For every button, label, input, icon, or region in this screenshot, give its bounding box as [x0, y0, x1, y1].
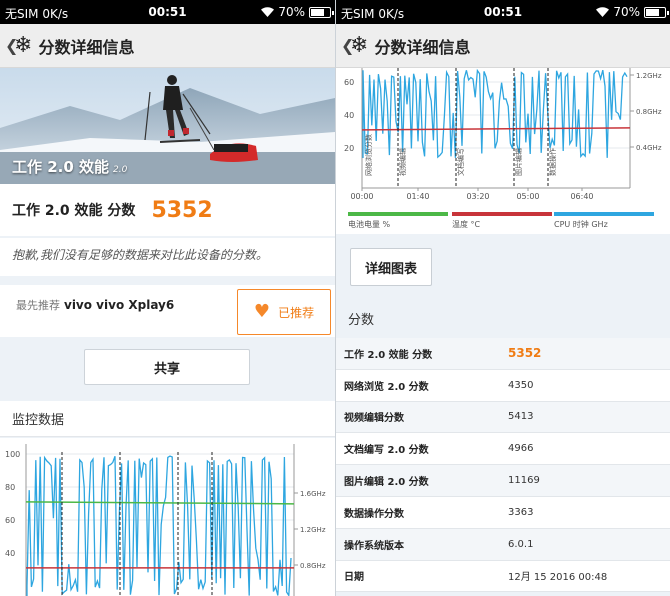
table-row: 日期 12月 15 2016 00:48 — [336, 560, 670, 593]
segment-label: 网络浏览分数 — [364, 134, 373, 176]
x-tick-label: 03:20 — [466, 192, 489, 201]
snowflake-icon: ❄ — [14, 32, 33, 58]
y-tick-label: 60 — [344, 78, 354, 87]
score-value: 5352 — [151, 197, 213, 223]
segment-label: 数据操作 — [548, 148, 557, 176]
scores-table: 工作 2.0 效能 分数 5352 网络浏览 2.0 分数 4350 视频编辑分数 5… — [336, 338, 670, 593]
back-arrow-icon[interactable]: ❮ — [336, 36, 354, 55]
scores-section-title: 分数 — [348, 312, 375, 328]
detail-chart-button[interactable]: 详细图表 — [350, 248, 432, 286]
monitor-chart-right: 20 40 60 1.2GHz 0.8GHz 0.4GHz 00:00 01:40 03:20 0… — [336, 68, 670, 212]
score-label: 工作 2.0 效能 分数 — [12, 203, 136, 219]
y2-tick-label: 1.2GHz — [300, 526, 326, 534]
table-row: 视频编辑分数 5413 — [336, 401, 670, 434]
y2-tick-label: 0.4GHz — [636, 144, 662, 152]
y-tick-label: 40 — [5, 549, 15, 558]
wifi-icon — [596, 7, 610, 17]
table-row: 图片编辑 2.0 分数 11169 — [336, 465, 670, 497]
status-bar: 无SIM 0K/s 00:51 70% — [0, 0, 335, 24]
recommended-label: 已推荐 — [278, 305, 315, 320]
monitor-chart-svg: 40 60 80 100 1.6GHz 1.2GHz 0.8GHz — [5, 444, 326, 596]
status-bar: 无SIM 0K/s 00:51 70% — [336, 0, 670, 24]
y-tick-label: 60 — [5, 516, 15, 525]
x-tick-label: 01:40 — [406, 192, 429, 201]
monitor-section-title: 监控数据 — [0, 401, 335, 437]
segment-label: 图片编辑 — [514, 148, 523, 176]
page-title: 分数详细信息 — [38, 37, 135, 57]
score-card: 工作 2.0 效能 分数 5352 — [0, 184, 335, 236]
y2-tick-label: 1.2GHz — [636, 72, 662, 80]
no-comparison-notice: 抱歉,我们没有足够的数据来对比此设备的分数。 — [0, 238, 335, 276]
x-tick-label: 05:00 — [516, 192, 539, 201]
recommend-prefix: 最先推荐 — [16, 299, 60, 312]
legend-temperature: 温度 °C — [452, 212, 552, 230]
page-title: 分数详细信息 — [374, 37, 471, 57]
table-row: 文档编写 2.0 分数 4966 — [336, 433, 670, 466]
x-tick-label: 06:40 — [570, 192, 593, 201]
y2-tick-label: 0.8GHz — [636, 108, 662, 116]
cpu-clock-series — [362, 68, 628, 159]
y-tick-label: 40 — [344, 111, 354, 120]
segment-label: 文档编写 — [456, 148, 465, 176]
battery-icon — [309, 6, 334, 18]
battery-percent: 70% — [278, 5, 305, 19]
back-arrow-icon[interactable]: ❮ — [0, 36, 18, 55]
title-bar: ❮ ❄ 分数详细信息 — [336, 24, 670, 68]
y-tick-label: 80 — [5, 483, 15, 492]
share-button[interactable]: 共享 — [84, 349, 250, 385]
cpu-clock-series — [26, 455, 292, 596]
x-tick-label: 00:00 — [350, 192, 373, 201]
segment-label: 视频编辑 — [398, 148, 407, 176]
monitor-chart-svg: 20 40 60 1.2GHz 0.8GHz 0.4GHz 00:00 01:40 03:20 0… — [344, 68, 662, 201]
chart-legend: 电池电量 % 温度 °C CPU 时钟 GHz — [336, 212, 670, 234]
table-row: 网络浏览 2.0 分数 4350 — [336, 369, 670, 402]
recommend-device: vivo vivo Xplay6 — [64, 298, 175, 312]
left-screen: 无SIM 0K/s 00:51 70% ❮ ❄ 分数详细信息 工作 2.0 效能… — [0, 0, 335, 596]
monitor-chart-left: 40 60 80 100 1.6GHz 1.2GHz 0.8GHz — [0, 438, 335, 596]
legend-battery: 电池电量 % — [348, 212, 448, 230]
battery-percent: 70% — [613, 5, 640, 19]
title-bar: ❮ ❄ 分数详细信息 — [0, 24, 335, 68]
wifi-icon — [261, 7, 275, 17]
hero-image: 工作 2.0 效能 2.0 — [0, 68, 335, 184]
recommend-row: 最先推荐 vivo vivo Xplay6 ♥ 已推荐 — [0, 285, 335, 337]
y-tick-label: 20 — [344, 144, 354, 153]
snowflake-icon: ❄ — [350, 32, 369, 58]
y2-tick-label: 0.8GHz — [300, 562, 326, 570]
table-row: 操作系统版本 6.0.1 — [336, 528, 670, 561]
table-row: 数据操作分数 3363 — [336, 496, 670, 529]
y-tick-label: 100 — [5, 450, 20, 459]
battery-icon — [644, 6, 669, 18]
hero-title: 工作 2.0 效能 2.0 — [12, 158, 128, 176]
right-screen: 无SIM 0K/s 00:51 70% ❮ ❄ 分数详细信息 20 40 60 1.2… — [335, 0, 670, 596]
recommended-button[interactable]: ♥ 已推荐 — [237, 289, 331, 335]
table-row: 工作 2.0 效能 分数 5352 — [336, 338, 670, 370]
y2-tick-label: 1.6GHz — [300, 490, 326, 498]
heart-icon: ♥ — [253, 301, 271, 322]
legend-cpu-clock: CPU 时钟 GHz — [554, 212, 654, 230]
